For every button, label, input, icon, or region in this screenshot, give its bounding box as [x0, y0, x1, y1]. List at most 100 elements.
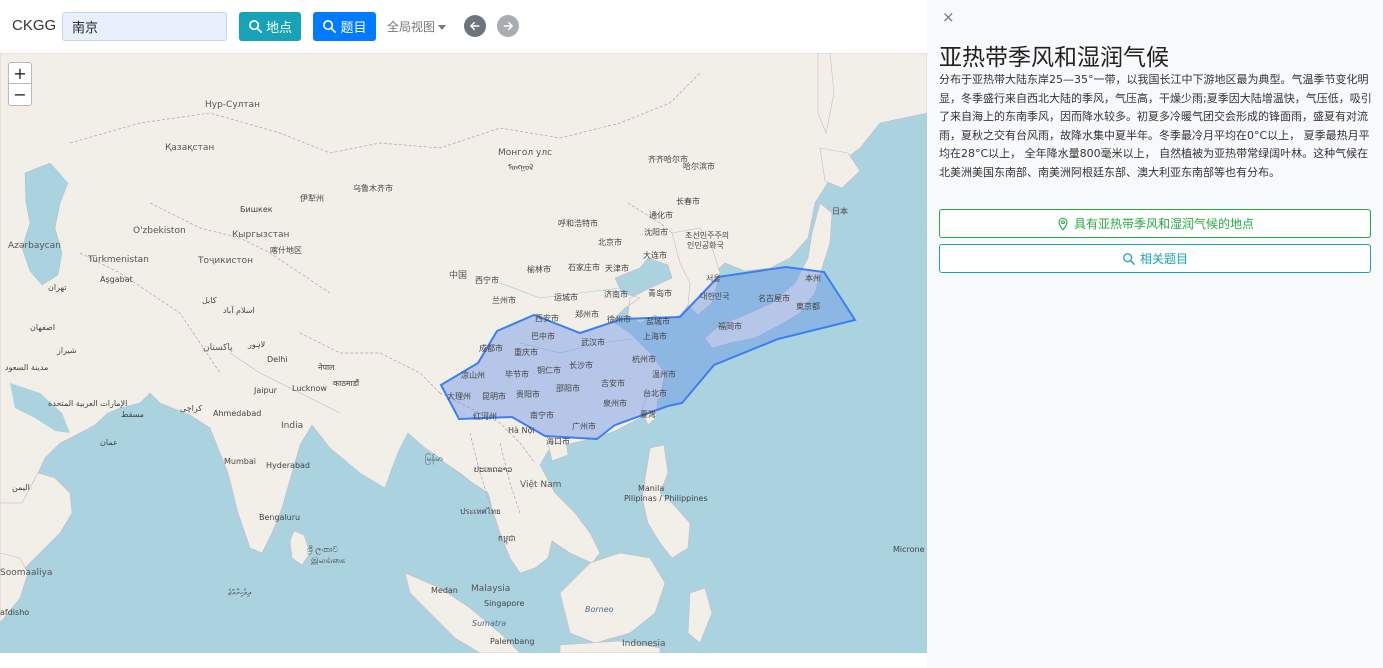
- map-label: Manila: [638, 484, 665, 493]
- zoom-in-button[interactable]: +: [8, 62, 32, 84]
- map-label: 上海市: [643, 332, 667, 341]
- map-label: afdisho: [0, 608, 30, 617]
- map-label: لاہور: [248, 340, 266, 349]
- related-questions-button[interactable]: 相关题目: [939, 244, 1371, 273]
- map-label: Azərbaycan: [8, 241, 61, 251]
- map-label: Aşgabat: [100, 275, 133, 284]
- related-questions-label: 相关题目: [1139, 252, 1188, 266]
- map-label: ශ්‍රී ලංකාව: [307, 545, 339, 554]
- map-label: 贵阳市: [516, 390, 540, 399]
- map-label: Malaysia: [471, 584, 511, 594]
- map-label: Bengaluru: [259, 513, 301, 522]
- map-label: 乌鲁木齐市: [353, 184, 393, 193]
- map-label: 徐州市: [607, 315, 631, 324]
- map-marker-icon: [1058, 217, 1068, 231]
- map-label: Indonesia: [622, 639, 666, 649]
- map-label: 呼和浩特市: [558, 219, 598, 228]
- map-label: کابل: [202, 296, 217, 305]
- map-label: 巴中市: [531, 332, 555, 341]
- map-label: 榆林市: [527, 265, 551, 274]
- zoom-out-button[interactable]: −: [8, 84, 32, 106]
- map-label: Hyderabad: [266, 461, 310, 470]
- map-label: 重庆市: [514, 348, 538, 357]
- map-label: Нур-Султан: [205, 100, 261, 110]
- search-input[interactable]: [62, 12, 227, 41]
- caret-down-icon: [438, 25, 447, 30]
- map-label: عمان: [100, 438, 118, 447]
- map-label: 郑州市: [575, 310, 599, 319]
- question-search-button[interactable]: 题目: [313, 12, 376, 41]
- map-label: 武汉市: [581, 338, 605, 347]
- info-panel: × 亚热带季风和湿润气候 分布于亚热带大陆东岸25—35°一带，以我国长江中下游…: [927, 0, 1383, 668]
- map-label: 温州市: [652, 370, 676, 379]
- place-search-button[interactable]: 地点: [239, 12, 301, 41]
- map-label: 石家庄市: [568, 263, 600, 272]
- map-label: काठमाडौं: [333, 379, 360, 388]
- map-label: 毕节市: [505, 370, 529, 379]
- map-label: 西宁市: [475, 276, 499, 285]
- map-label: شیراز: [57, 346, 77, 355]
- global-view-label: 全局视图: [387, 20, 436, 34]
- map-basemap: [0, 53, 927, 653]
- map-label: 喀什地区: [270, 246, 302, 255]
- map-label: 齐齐哈尔市: [648, 155, 688, 164]
- map-label: Ahmedabad: [213, 409, 262, 418]
- panel-title: 亚热带季风和湿润气候: [939, 45, 1169, 71]
- map-label: 成都市: [479, 344, 503, 353]
- map-label: Palembang: [490, 637, 535, 646]
- map-label: Türkmenistan: [88, 255, 149, 265]
- map-label: 红河州: [473, 412, 497, 421]
- arrow-left-icon: [470, 21, 480, 31]
- map-label: Singapore: [484, 599, 525, 608]
- map-label: Кыргызстан: [232, 230, 290, 240]
- map-label: 東京都: [796, 302, 820, 311]
- map-label: 名古屋市: [758, 294, 790, 303]
- map-label: Microne: [893, 545, 925, 554]
- map-label: Soomaaliya: [0, 568, 53, 578]
- map-label: Қазақстан: [165, 143, 215, 153]
- question-search-label: 题目: [340, 21, 367, 36]
- brand-logo[interactable]: CKGG: [12, 17, 56, 34]
- global-view-dropdown[interactable]: 全局视图: [387, 18, 447, 35]
- map-label: ދިވެހިރާއްޖެ: [228, 588, 251, 597]
- map-label: 中国: [449, 271, 468, 281]
- map-label: Delhi: [267, 355, 288, 364]
- map-label: 吉安市: [601, 379, 625, 388]
- map-label: 福岡市: [718, 322, 742, 331]
- map-label: اسلام آباد: [223, 306, 255, 315]
- map-label: 海口市: [546, 437, 570, 446]
- forward-button[interactable]: [497, 15, 519, 37]
- map-label: 泉州市: [603, 399, 627, 408]
- map-label: 杭州市: [632, 355, 656, 364]
- map-label: India: [281, 421, 304, 431]
- map-label: 本州: [805, 274, 821, 283]
- map-label: 运城市: [554, 293, 578, 302]
- map-label: Lucknow: [292, 384, 327, 393]
- map-label: 北京市: [598, 238, 622, 247]
- map-label: 日本: [832, 207, 848, 216]
- land-borneo: [559, 552, 666, 644]
- search-icon: [249, 20, 262, 33]
- map-label: 盐城市: [646, 317, 670, 326]
- map-label: 济南市: [604, 290, 628, 299]
- map-label: Jaipur: [254, 386, 277, 395]
- map-label: O'zbekiston: [133, 226, 186, 236]
- map-label: 南宁市: [530, 411, 554, 420]
- map-label: الإمارات العربية المتحدة: [48, 399, 128, 408]
- map-label: 通化市: [649, 211, 673, 220]
- map-label: اليمن: [12, 483, 30, 492]
- place-search-label: 地点: [265, 21, 292, 36]
- close-icon[interactable]: ×: [942, 8, 955, 26]
- climate-places-button[interactable]: 具有亚热带季风和湿润气候的地点: [939, 209, 1371, 238]
- map-view[interactable]: + − Нур-Султан Қазақстан Монгол улс ᠮᠣᠩᠭ…: [0, 53, 927, 653]
- map-label: ᠮᠣᠩᠭᠣᠯ: [508, 163, 534, 172]
- map-label: 青岛市: [648, 289, 672, 298]
- map-label: 인민공화국: [687, 241, 724, 250]
- map-label: 서울: [706, 274, 721, 283]
- map-label: 昆明市: [482, 392, 506, 401]
- map-label: இலங்கை: [311, 556, 346, 565]
- map-label: 广州市: [572, 422, 596, 431]
- map-label: 伊犁州: [300, 194, 324, 203]
- back-button[interactable]: [464, 15, 486, 37]
- map-label: Pilipinas / Philippines: [624, 494, 708, 503]
